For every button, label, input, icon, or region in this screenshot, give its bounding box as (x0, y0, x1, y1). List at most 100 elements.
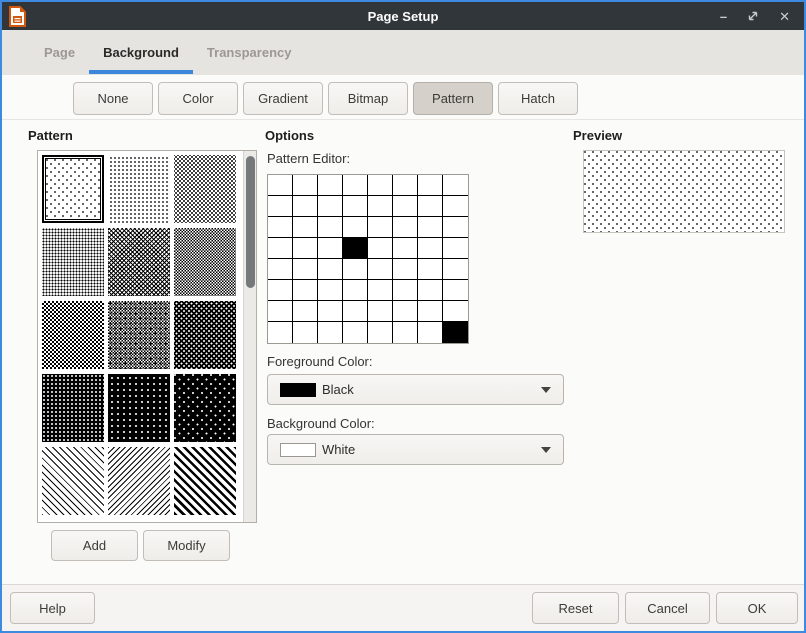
editor-cell-6-6[interactable] (418, 301, 443, 322)
pattern-swatch-dither-60[interactable] (108, 301, 170, 369)
editor-cell-5-5[interactable] (393, 280, 418, 301)
editor-cell-7-4[interactable] (368, 322, 393, 343)
cancel-button[interactable]: Cancel (625, 592, 710, 624)
pattern-swatch-checker[interactable] (42, 301, 104, 369)
editor-cell-3-4[interactable] (368, 238, 393, 259)
editor-cell-3-2[interactable] (318, 238, 343, 259)
editor-cell-1-6[interactable] (418, 196, 443, 217)
editor-cell-5-0[interactable] (268, 280, 293, 301)
fill-pattern-button[interactable]: Pattern (413, 82, 493, 115)
pattern-swatch-inverse-dots-15[interactable] (108, 374, 170, 442)
editor-cell-2-5[interactable] (393, 217, 418, 238)
editor-cell-1-5[interactable] (393, 196, 418, 217)
editor-cell-4-4[interactable] (368, 259, 393, 280)
editor-cell-6-3[interactable] (343, 301, 368, 322)
editor-cell-3-3[interactable] (343, 238, 368, 259)
editor-cell-5-2[interactable] (318, 280, 343, 301)
editor-cell-6-0[interactable] (268, 301, 293, 322)
editor-cell-3-1[interactable] (293, 238, 318, 259)
background-color-dropdown[interactable]: White (267, 434, 564, 465)
help-button[interactable]: Help (10, 592, 95, 624)
pattern-swatch-mesh-40[interactable] (108, 228, 170, 296)
editor-cell-1-1[interactable] (293, 196, 318, 217)
fill-gradient-button[interactable]: Gradient (243, 82, 323, 115)
editor-cell-1-3[interactable] (343, 196, 368, 217)
editor-cell-2-4[interactable] (368, 217, 393, 238)
editor-cell-2-2[interactable] (318, 217, 343, 238)
editor-cell-2-1[interactable] (293, 217, 318, 238)
editor-cell-3-5[interactable] (393, 238, 418, 259)
editor-cell-4-0[interactable] (268, 259, 293, 280)
editor-cell-1-2[interactable] (318, 196, 343, 217)
pattern-swatch-checker-fine[interactable] (174, 228, 236, 296)
close-button[interactable]: ✕ (779, 10, 790, 23)
editor-cell-5-3[interactable] (343, 280, 368, 301)
pattern-swatch-inverse-dots-30[interactable] (174, 301, 236, 369)
fill-none-button[interactable]: None (73, 82, 153, 115)
tab-page[interactable]: Page (30, 30, 89, 75)
restore-button[interactable] (747, 10, 759, 22)
editor-cell-3-0[interactable] (268, 238, 293, 259)
editor-cell-0-3[interactable] (343, 175, 368, 196)
editor-cell-4-5[interactable] (393, 259, 418, 280)
editor-cell-7-5[interactable] (393, 322, 418, 343)
editor-cell-4-6[interactable] (418, 259, 443, 280)
pattern-swatch-dots-columns[interactable] (42, 228, 104, 296)
pattern-swatch-dots-grid[interactable] (108, 155, 170, 223)
pattern-swatch-dots-diagonal-dense[interactable] (174, 155, 236, 223)
pattern-swatch-inverse-dots-5[interactable] (174, 374, 236, 442)
editor-cell-4-7[interactable] (443, 259, 468, 280)
editor-cell-6-4[interactable] (368, 301, 393, 322)
editor-cell-0-6[interactable] (418, 175, 443, 196)
minimize-button[interactable]: – (720, 10, 727, 23)
fill-color-button[interactable]: Color (158, 82, 238, 115)
editor-cell-1-0[interactable] (268, 196, 293, 217)
editor-cell-0-2[interactable] (318, 175, 343, 196)
editor-cell-6-2[interactable] (318, 301, 343, 322)
ok-button[interactable]: OK (716, 592, 798, 624)
pattern-list-scrollbar[interactable] (243, 151, 256, 522)
editor-cell-2-0[interactable] (268, 217, 293, 238)
editor-cell-2-7[interactable] (443, 217, 468, 238)
editor-cell-6-1[interactable] (293, 301, 318, 322)
tab-background[interactable]: Background (89, 30, 193, 75)
editor-cell-3-6[interactable] (418, 238, 443, 259)
editor-cell-1-7[interactable] (443, 196, 468, 217)
editor-cell-0-4[interactable] (368, 175, 393, 196)
pattern-swatch-lines-diag-thick[interactable] (174, 447, 236, 515)
editor-cell-5-6[interactable] (418, 280, 443, 301)
editor-cell-5-4[interactable] (368, 280, 393, 301)
editor-cell-0-5[interactable] (393, 175, 418, 196)
pattern-swatch-lines-diag-up[interactable] (108, 447, 170, 515)
modify-button[interactable]: Modify (143, 530, 230, 561)
editor-cell-2-6[interactable] (418, 217, 443, 238)
foreground-color-dropdown[interactable]: Black (267, 374, 564, 405)
editor-cell-3-7[interactable] (443, 238, 468, 259)
editor-cell-5-7[interactable] (443, 280, 468, 301)
editor-cell-4-2[interactable] (318, 259, 343, 280)
editor-cell-7-2[interactable] (318, 322, 343, 343)
editor-cell-7-3[interactable] (343, 322, 368, 343)
editor-cell-1-4[interactable] (368, 196, 393, 217)
editor-cell-0-7[interactable] (443, 175, 468, 196)
editor-cell-7-6[interactable] (418, 322, 443, 343)
fill-hatch-button[interactable]: Hatch (498, 82, 578, 115)
scrollbar-thumb[interactable] (246, 156, 255, 288)
editor-cell-2-3[interactable] (343, 217, 368, 238)
editor-cell-4-1[interactable] (293, 259, 318, 280)
editor-cell-7-7[interactable] (443, 322, 468, 343)
editor-cell-7-0[interactable] (268, 322, 293, 343)
pattern-swatch-dots-sparse[interactable] (45, 158, 101, 220)
editor-cell-0-1[interactable] (293, 175, 318, 196)
fill-bitmap-button[interactable]: Bitmap (328, 82, 408, 115)
pattern-swatch-lines-diag-thin[interactable] (42, 447, 104, 515)
pattern-swatch-inverse-dots-25[interactable] (42, 374, 104, 442)
editor-cell-5-1[interactable] (293, 280, 318, 301)
add-button[interactable]: Add (51, 530, 138, 561)
editor-cell-6-5[interactable] (393, 301, 418, 322)
editor-cell-0-0[interactable] (268, 175, 293, 196)
reset-button[interactable]: Reset (532, 592, 619, 624)
editor-cell-6-7[interactable] (443, 301, 468, 322)
tab-transparency[interactable]: Transparency (193, 30, 306, 75)
editor-cell-4-3[interactable] (343, 259, 368, 280)
